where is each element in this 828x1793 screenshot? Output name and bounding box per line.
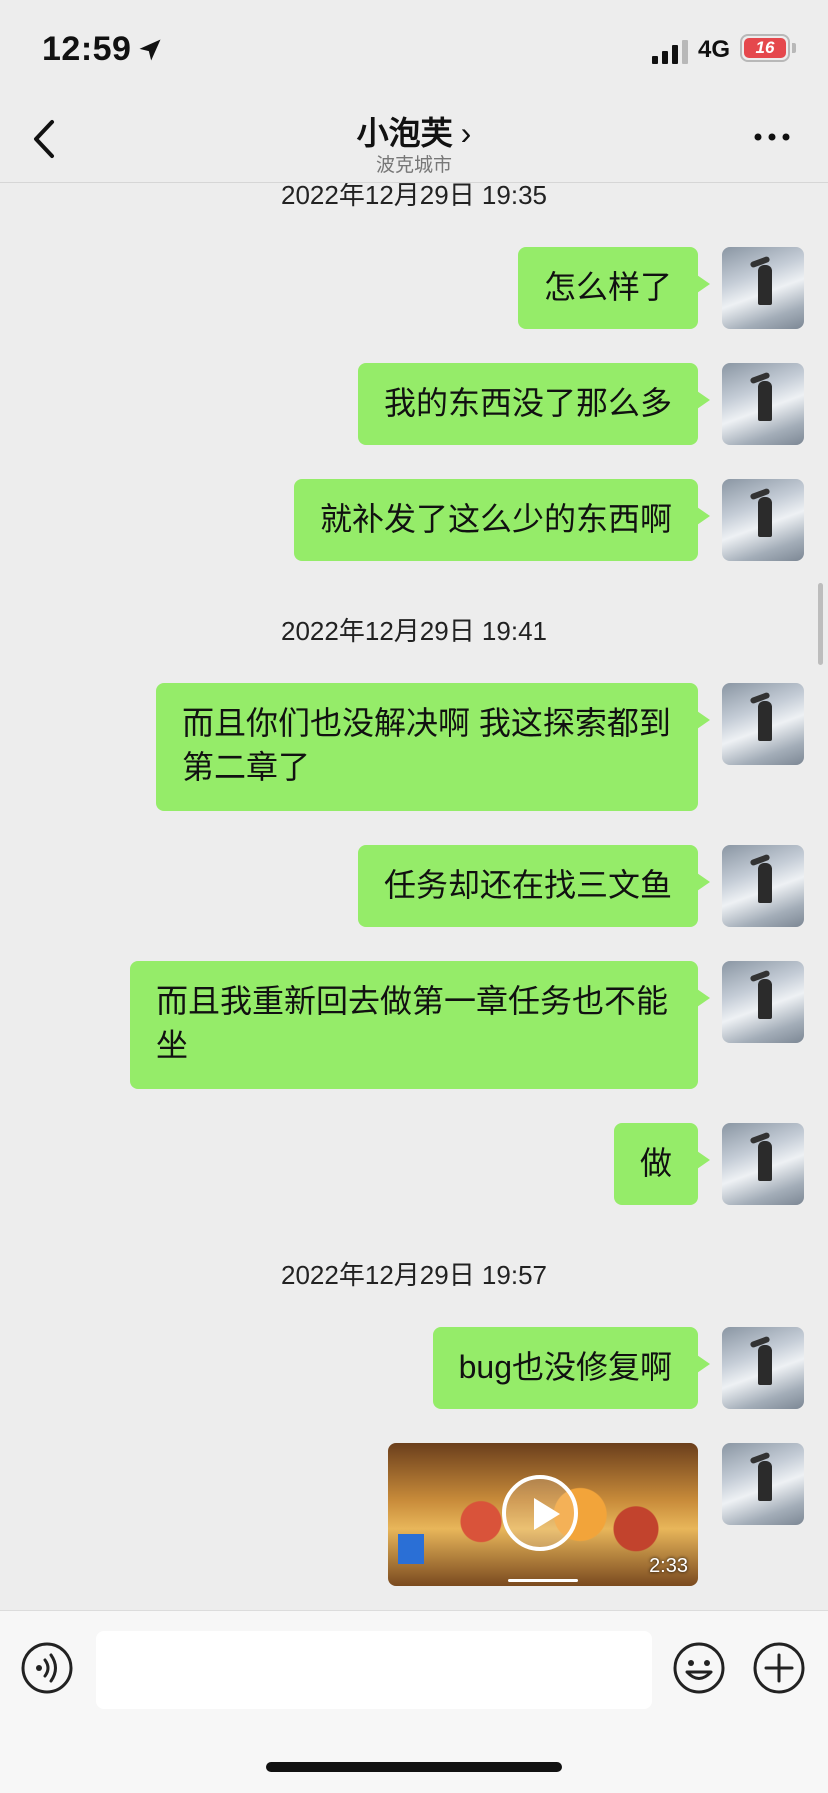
timestamp: 2022年12月29日 19:41	[281, 616, 547, 646]
battery-level: 16	[744, 38, 786, 58]
message-bubble[interactable]: 而且你们也没解决啊 我这探索都到第二章了	[156, 683, 710, 811]
emoji-icon[interactable]	[672, 1641, 726, 1695]
message-input[interactable]	[96, 1631, 652, 1709]
battery-icon: 16	[740, 34, 790, 62]
play-icon[interactable]	[502, 1475, 578, 1551]
scroll-indicator[interactable]	[818, 583, 823, 665]
more-icon[interactable]	[752, 130, 792, 144]
avatar[interactable]	[722, 683, 804, 765]
avatar[interactable]	[722, 1443, 804, 1525]
signal-icon	[652, 40, 688, 64]
contact-name: 小泡芙	[356, 115, 453, 151]
message-bubble[interactable]: 而且我重新回去做第一章任务也不能坐	[130, 961, 710, 1089]
network-type: 4G	[698, 36, 731, 63]
chat-subtitle: 波克城市	[375, 155, 452, 176]
message-bubble[interactable]: 任务却还在找三文鱼	[357, 845, 711, 927]
nav-bar: 小泡芙 › 波克城市	[0, 96, 828, 183]
avatar[interactable]	[722, 363, 804, 445]
avatar[interactable]	[722, 961, 804, 1043]
age-rating-badge	[398, 1534, 424, 1564]
avatar[interactable]	[722, 845, 804, 927]
message-bubble[interactable]: bug也没修复啊	[432, 1327, 711, 1409]
home-indicator[interactable]	[266, 1762, 562, 1772]
message-bubble[interactable]: 怎么样了	[517, 247, 711, 329]
location-arrow-icon	[139, 39, 161, 61]
message-bubble[interactable]: 我的东西没了那么多	[357, 363, 711, 445]
message-bubble[interactable]: 就补发了这么少的东西啊	[293, 479, 711, 561]
video-duration: 2:33	[649, 1555, 688, 1577]
title-chevron-icon: ›	[460, 115, 472, 151]
status-time: 12:59	[42, 30, 132, 68]
timestamp: 2022年12月29日 19:35	[281, 183, 547, 210]
avatar[interactable]	[722, 247, 804, 329]
message-bubble[interactable]: 做	[613, 1123, 711, 1205]
avatar[interactable]	[722, 479, 804, 561]
chat-title[interactable]: 小泡芙 ›	[0, 108, 828, 154]
chat-area[interactable]: 2022年12月29日 19:35 怎么样了 我的东西没了那么多 就补发了这么少…	[0, 183, 828, 1610]
status-bar: 12:59 4G 16	[0, 0, 828, 96]
video-progress-bar	[508, 1579, 578, 1582]
avatar[interactable]	[722, 1123, 804, 1205]
video-message[interactable]: 2:33	[388, 1443, 698, 1586]
plus-icon[interactable]	[752, 1641, 806, 1695]
voice-icon[interactable]	[20, 1641, 74, 1695]
timestamp: 2022年12月29日 19:57	[281, 1260, 547, 1290]
battery-nub	[792, 43, 796, 53]
avatar[interactable]	[722, 1327, 804, 1409]
